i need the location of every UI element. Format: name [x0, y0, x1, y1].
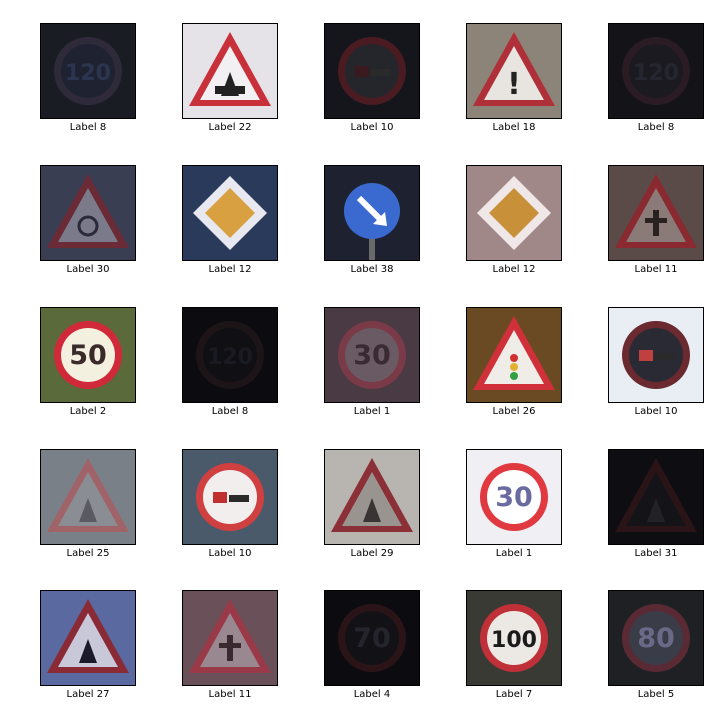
sign-image	[467, 166, 561, 260]
sign-image: 120	[609, 24, 703, 118]
cell-label: Label 1	[353, 406, 391, 417]
sign-number: 100	[491, 628, 537, 653]
yellow-light-icon	[510, 363, 518, 371]
car-icon	[639, 350, 653, 361]
car-icon	[213, 492, 227, 503]
sign-pole	[369, 236, 375, 260]
sign-image: 100	[467, 591, 561, 685]
sign-thumbnail	[182, 165, 278, 261]
cell-label: Label 10	[634, 406, 678, 417]
truck-icon	[371, 69, 391, 76]
cell-label: Label 1	[495, 548, 533, 559]
sign-thumbnail: 30	[466, 449, 562, 545]
sign-number: 70	[353, 623, 391, 654]
sign-thumbnail	[182, 449, 278, 545]
sign-thumbnail: 100	[466, 590, 562, 686]
sign-image	[609, 166, 703, 260]
sign-thumbnail	[608, 449, 704, 545]
truck-icon	[229, 495, 249, 502]
sign-image	[183, 24, 277, 118]
sign-thumbnail	[608, 165, 704, 261]
bump-icon	[215, 86, 245, 94]
sign-image	[609, 308, 703, 402]
sign-thumbnail	[40, 590, 136, 686]
sign-thumbnail: 70	[324, 590, 420, 686]
sign-thumbnail: !	[466, 23, 562, 119]
cell-label: Label 10	[350, 122, 394, 133]
sign-image	[325, 24, 419, 118]
car-icon	[355, 66, 369, 77]
sign-thumbnail	[466, 307, 562, 403]
sign-image	[325, 166, 419, 260]
sign-thumbnail	[608, 307, 704, 403]
sign-thumbnail	[182, 23, 278, 119]
red-light-icon	[510, 354, 518, 362]
cell-label: Label 26	[492, 406, 536, 417]
cell-label: Label 8	[69, 122, 107, 133]
cell-label: Label 29	[350, 548, 394, 559]
sign-image: 120	[183, 308, 277, 402]
sign-thumbnail: 30	[324, 307, 420, 403]
truck-icon	[655, 353, 675, 360]
sign-image: 80	[609, 591, 703, 685]
sign-image	[325, 450, 419, 544]
cell-label: Label 10	[208, 548, 252, 559]
cell-label: Label 8	[637, 122, 675, 133]
cell-label: Label 22	[208, 122, 252, 133]
cell-label: Label 8	[211, 406, 249, 417]
sign-image	[609, 450, 703, 544]
sign-thumbnail	[324, 165, 420, 261]
sign-image	[41, 591, 135, 685]
sign-thumbnail: 80	[608, 590, 704, 686]
sign-number: 50	[69, 340, 107, 371]
sign-thumbnail: 120	[40, 23, 136, 119]
cell-label: Label 18	[492, 122, 536, 133]
sign-image: 70	[325, 591, 419, 685]
cell-label: Label 5	[637, 689, 675, 700]
cell-label: Label 31	[634, 548, 678, 559]
sign-thumbnail	[466, 165, 562, 261]
sign-number: 30	[495, 482, 533, 513]
cell-label: Label 11	[208, 689, 252, 700]
cell-label: Label 12	[208, 264, 252, 275]
sign-image	[467, 308, 561, 402]
sign-thumbnail: 120	[182, 307, 278, 403]
cell-label: Label 25	[66, 548, 110, 559]
cell-label: Label 2	[69, 406, 107, 417]
sign-image: 30	[325, 308, 419, 402]
cell-label: Label 7	[495, 689, 533, 700]
cell-label: Label 4	[353, 689, 391, 700]
cell-label: Label 12	[492, 264, 536, 275]
sign-number: 30	[353, 340, 391, 371]
sign-image	[183, 450, 277, 544]
green-light-icon	[510, 372, 518, 380]
sign-thumbnail: 50	[40, 307, 136, 403]
sign-thumbnail	[324, 23, 420, 119]
sign-thumbnail	[40, 449, 136, 545]
sign-thumbnail: 120	[608, 23, 704, 119]
sign-number: 80	[637, 623, 675, 654]
sign-image: 30	[467, 450, 561, 544]
sign-symbol: !	[507, 67, 521, 102]
sign-image	[183, 591, 277, 685]
sign-number: 120	[65, 61, 111, 86]
sign-image	[41, 450, 135, 544]
cell-label: Label 11	[634, 264, 678, 275]
sign-thumbnail	[40, 165, 136, 261]
sign-image: 120	[41, 24, 135, 118]
sign-image: 50	[41, 308, 135, 402]
sign-thumbnail	[324, 449, 420, 545]
sign-number: 120	[633, 61, 679, 86]
cell-label: Label 27	[66, 689, 110, 700]
sign-image	[41, 166, 135, 260]
sign-image	[183, 166, 277, 260]
sign-image: !	[467, 24, 561, 118]
sign-number: 120	[207, 345, 253, 370]
cell-label: Label 38	[350, 264, 394, 275]
sign-thumbnail	[182, 590, 278, 686]
cell-label: Label 30	[66, 264, 110, 275]
